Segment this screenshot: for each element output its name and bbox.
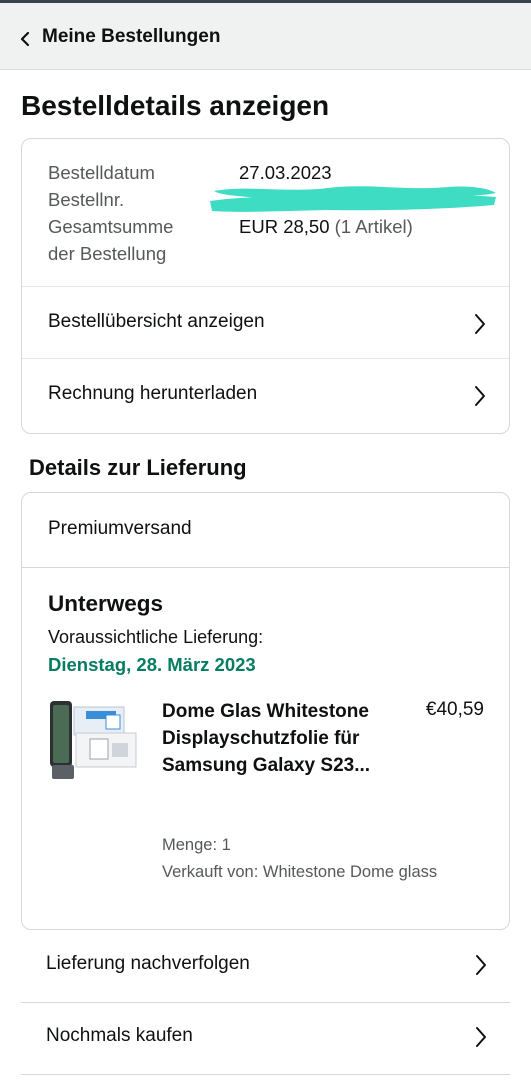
chevron-right-icon — [476, 1027, 486, 1047]
order-total-value: EUR 28,50 (1 Artikel) — [239, 216, 413, 237]
track-delivery-label: Lieferung nachverfolgen — [46, 953, 250, 974]
order-number-redaction — [210, 186, 496, 212]
buy-again-button[interactable]: Nochmals kaufen — [21, 1002, 510, 1074]
back-link[interactable]: Meine Bestellungen — [42, 26, 220, 48]
order-summary-link[interactable]: Bestellübersicht anzeigen — [22, 286, 509, 358]
chevron-left-icon[interactable] — [18, 30, 32, 48]
shipment-status: Unterwegs — [48, 591, 164, 616]
download-invoice-label: Rechnung herunterladen — [48, 383, 258, 404]
product-seller: Verkauft von: Whitestone Dome glass — [162, 863, 438, 881]
expected-delivery-label: Voraussichtliche Lieferung: — [48, 627, 264, 647]
buy-again-label: Nochmals kaufen — [46, 1025, 193, 1046]
shipping-method: Premiumversand — [48, 518, 192, 539]
delivery-section-title: Details zur Lieferung — [29, 455, 247, 480]
top-nav-bar: Meine Bestellungen — [0, 3, 531, 70]
page-title: Bestelldetails anzeigen — [21, 90, 330, 121]
product-title[interactable]: Dome Glas Whitestone Displayschutzfolie … — [162, 698, 387, 779]
chevron-right-icon — [475, 314, 485, 334]
divider — [21, 1074, 510, 1075]
order-total-label: Gesamtsumme — [48, 216, 174, 237]
chevron-right-icon — [476, 955, 486, 975]
order-date-value: 27.03.2023 — [239, 162, 332, 183]
expected-delivery-date: Dienstag, 28. März 2023 — [48, 654, 256, 675]
order-summary-label: Bestellübersicht anzeigen — [48, 311, 265, 332]
delivery-card: Premiumversand Unterwegs Voraussichtlich… — [21, 492, 510, 930]
order-total-label-line2: der Bestellung — [48, 243, 167, 264]
chevron-right-icon — [475, 386, 485, 406]
download-invoice-link[interactable]: Rechnung herunterladen — [22, 358, 509, 430]
order-number-label: Bestellnr. — [48, 189, 125, 210]
order-date-label: Bestelldatum — [48, 162, 155, 183]
product-image[interactable] — [46, 693, 142, 793]
product-price: €40,59 — [425, 699, 484, 720]
order-info-card: Bestelldatum 27.03.2023 Bestellnr. Gesam… — [21, 138, 510, 434]
product-quantity: Menge: 1 — [162, 836, 231, 854]
shipping-method-row: Premiumversand — [22, 493, 509, 568]
track-delivery-button[interactable]: Lieferung nachverfolgen — [21, 930, 510, 1002]
